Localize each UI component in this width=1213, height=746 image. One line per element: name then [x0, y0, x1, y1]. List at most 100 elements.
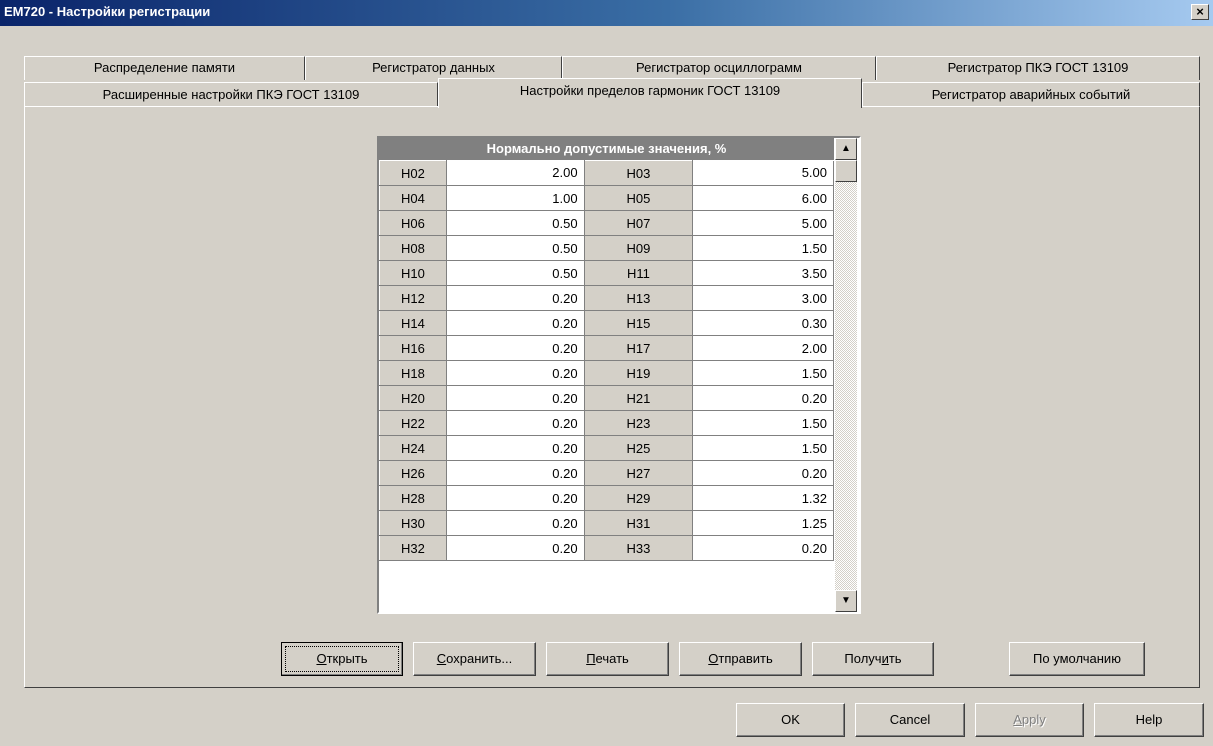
table-row: H02 2.00 H03 5.00 [379, 160, 834, 186]
harmonic-value[interactable]: 2.00 [692, 335, 834, 361]
tab-harmonic-limits[interactable]: Настройки пределов гармоник ГОСТ 13109 [438, 78, 862, 108]
harmonic-label: H26 [379, 460, 447, 486]
table-row: H08 0.50 H09 1.50 [379, 235, 834, 261]
receive-label-post: ть [888, 651, 902, 666]
harmonic-label: H02 [379, 160, 447, 186]
grid-header: Нормально допустимые значения, % [379, 138, 834, 160]
receive-button[interactable]: Получить [812, 642, 934, 676]
harmonic-label: H24 [379, 435, 447, 461]
tab-fault-recorder[interactable]: Регистратор аварийных событий [862, 82, 1200, 106]
tab-power-quality-recorder[interactable]: Регистратор ПКЭ ГОСТ 13109 [876, 56, 1200, 80]
print-button[interactable]: Печать [546, 642, 669, 676]
print-label-post: ечать [595, 651, 629, 666]
harmonic-label: H23 [583, 410, 694, 436]
harmonic-label: H03 [583, 160, 694, 186]
harmonic-value[interactable]: 0.50 [446, 235, 585, 261]
harmonic-label: H07 [583, 210, 694, 236]
harmonic-value[interactable]: 1.00 [446, 185, 585, 211]
harmonic-value[interactable]: 2.00 [446, 160, 585, 186]
save-label-post: охранить... [446, 651, 513, 666]
harmonic-value[interactable]: 5.00 [692, 160, 834, 186]
scroll-down-icon[interactable]: ▼ [835, 590, 857, 612]
title-bar: EM720 - Настройки регистрации × [0, 0, 1213, 26]
harmonic-value[interactable]: 0.20 [446, 435, 585, 461]
harmonic-value[interactable]: 0.20 [446, 360, 585, 386]
table-row: H28 0.20 H29 1.32 [379, 485, 834, 511]
table-row: H18 0.20 H19 1.50 [379, 360, 834, 386]
harmonic-value[interactable]: 0.20 [446, 510, 585, 536]
harmonic-label: H15 [583, 310, 694, 336]
harmonic-label: H18 [379, 360, 447, 386]
harmonic-value[interactable]: 1.50 [692, 410, 834, 436]
harmonic-label: H31 [583, 510, 694, 536]
harmonic-value[interactable]: 3.00 [692, 285, 834, 311]
harmonic-value[interactable]: 0.50 [446, 260, 585, 286]
table-row: H26 0.20 H27 0.20 [379, 460, 834, 486]
table-row: H10 0.50 H11 3.50 [379, 260, 834, 286]
harmonic-limits-grid[interactable]: Нормально допустимые значения, % H02 2.00… [377, 136, 861, 614]
table-row: H12 0.20 H13 3.00 [379, 285, 834, 311]
harmonic-value[interactable]: 0.20 [446, 410, 585, 436]
harmonic-label: H17 [583, 335, 694, 361]
table-row: H14 0.20 H15 0.30 [379, 310, 834, 336]
tab-extended-pq-settings[interactable]: Расширенные настройки ПКЭ ГОСТ 13109 [24, 82, 438, 106]
harmonic-label: H20 [379, 385, 447, 411]
apply-button[interactable]: Apply [975, 703, 1084, 737]
harmonic-value[interactable]: 1.50 [692, 435, 834, 461]
harmonic-value[interactable]: 0.20 [446, 285, 585, 311]
harmonic-value[interactable]: 1.50 [692, 360, 834, 386]
scroll-thumb[interactable] [835, 160, 857, 182]
defaults-button[interactable]: По умолчанию [1009, 642, 1145, 676]
receive-label-accel: и [881, 651, 889, 666]
harmonic-value[interactable]: 0.20 [692, 535, 834, 561]
harmonic-label: H06 [379, 210, 447, 236]
ok-button[interactable]: OK [736, 703, 845, 737]
harmonic-value[interactable]: 5.00 [692, 210, 834, 236]
open-button[interactable]: Открыть [281, 642, 403, 676]
harmonic-value[interactable]: 0.20 [446, 335, 585, 361]
harmonic-value[interactable]: 3.50 [692, 260, 834, 286]
send-button[interactable]: Отправить [679, 642, 802, 676]
harmonic-value[interactable]: 1.50 [692, 235, 834, 261]
apply-label-post: pply [1021, 712, 1046, 727]
harmonic-value[interactable]: 0.20 [692, 460, 834, 486]
harmonic-value[interactable]: 1.25 [692, 510, 834, 536]
scroll-up-icon[interactable]: ▲ [835, 138, 857, 160]
harmonic-label: H14 [379, 310, 447, 336]
receive-label-pre: Получ [844, 651, 882, 666]
harmonic-label: H22 [379, 410, 447, 436]
harmonic-value[interactable]: 6.00 [692, 185, 834, 211]
grid-scrollbar[interactable]: ▲ ▼ [835, 138, 857, 612]
harmonic-label: H05 [583, 185, 694, 211]
harmonic-value[interactable]: 0.20 [446, 385, 585, 411]
harmonic-label: H33 [583, 535, 694, 561]
tab-memory-allocation[interactable]: Распределение памяти [24, 56, 305, 80]
table-row: H04 1.00 H05 6.00 [379, 185, 834, 211]
harmonic-value[interactable]: 0.50 [446, 210, 585, 236]
table-row: H06 0.50 H07 5.00 [379, 210, 834, 236]
harmonic-label: H19 [583, 360, 694, 386]
harmonic-value[interactable]: 0.20 [446, 310, 585, 336]
harmonic-label: H30 [379, 510, 447, 536]
print-label-accel: П [586, 651, 596, 666]
save-button[interactable]: Сохранить... [413, 642, 536, 676]
close-button[interactable]: × [1191, 4, 1209, 20]
harmonic-value[interactable]: 0.20 [446, 535, 585, 561]
harmonic-label: H09 [583, 235, 694, 261]
harmonic-label: H25 [583, 435, 694, 461]
tab-data-recorder[interactable]: Регистратор данных [305, 56, 562, 80]
harmonic-label: H32 [379, 535, 447, 561]
table-row: H30 0.20 H31 1.25 [379, 510, 834, 536]
harmonic-value[interactable]: 0.20 [692, 385, 834, 411]
tab-waveform-recorder[interactable]: Регистратор осциллограмм [562, 56, 876, 80]
harmonic-label: H27 [583, 460, 694, 486]
harmonic-value[interactable]: 1.32 [692, 485, 834, 511]
help-button[interactable]: Help [1094, 703, 1204, 737]
harmonic-value[interactable]: 0.20 [446, 460, 585, 486]
harmonic-value[interactable]: 0.30 [692, 310, 834, 336]
harmonic-value[interactable]: 0.20 [446, 485, 585, 511]
cancel-button[interactable]: Cancel [855, 703, 965, 737]
send-label-post: тправить [718, 651, 773, 666]
harmonic-label: H10 [379, 260, 447, 286]
harmonic-label: H21 [583, 385, 694, 411]
